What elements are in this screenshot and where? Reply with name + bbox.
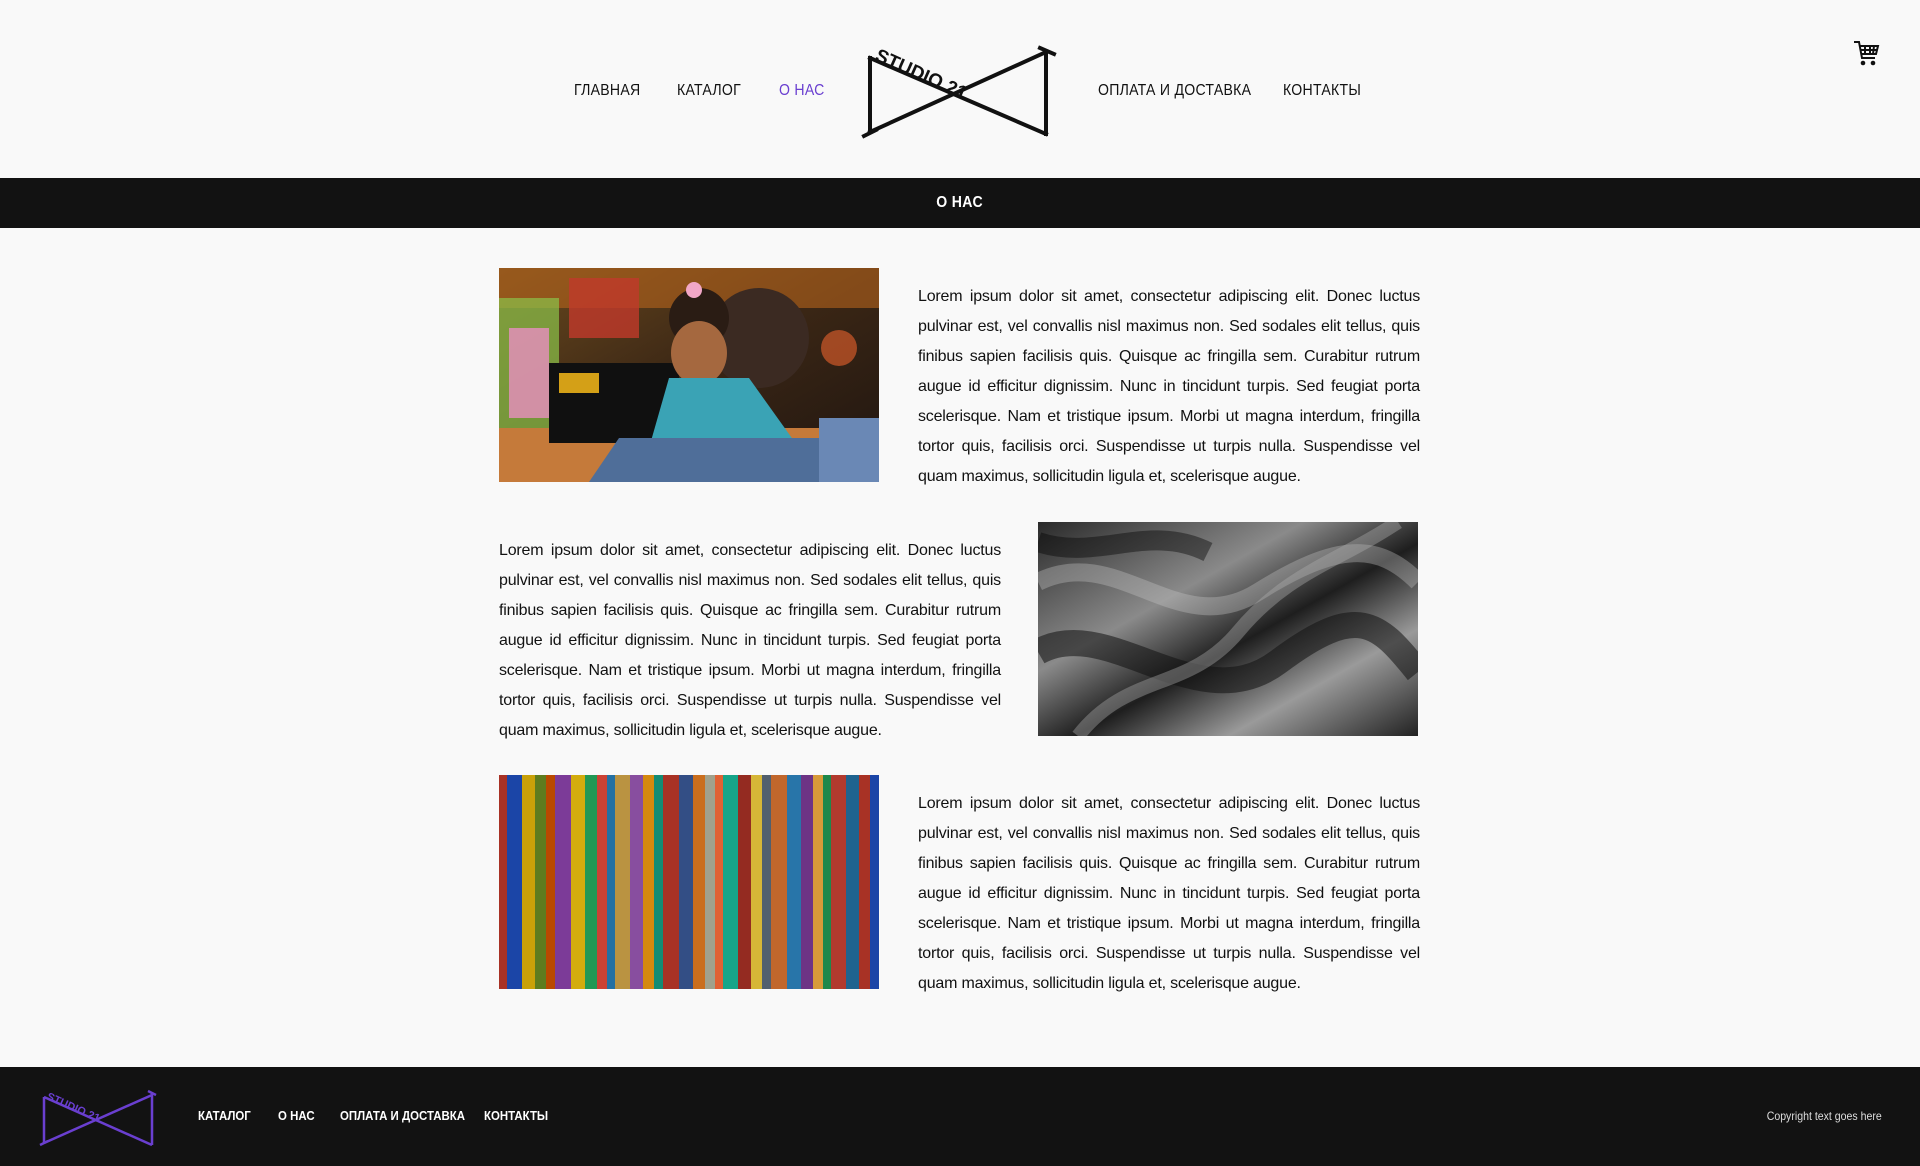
footer-nav-delivery[interactable]: ОПЛАТА И ДОСТАВКА (340, 1108, 465, 1123)
section-text-2: Lorem ipsum dolor sit amet, consectetur … (499, 542, 1001, 739)
copyright-text: Copyright text goes here (1766, 1109, 1882, 1123)
footer-nav-catalog[interactable]: КАТАЛОГ (198, 1108, 251, 1123)
logo-text: STUDIO 21 (872, 45, 971, 104)
studio-logo[interactable]: STUDIO 21 (858, 38, 1062, 142)
footer-logo-text: STUDIO 21 (45, 1091, 102, 1125)
sewing-machine-photo (499, 268, 879, 482)
footer-nav-about[interactable]: О НАС (278, 1108, 315, 1123)
nav-item-delivery[interactable]: ОПЛАТА И ДОСТАВКА (1098, 82, 1251, 100)
section-text-1: Lorem ipsum dolor sit amet, consectetur … (918, 288, 1420, 485)
site-footer: STUDIO 21 КАТАЛОГ О НАС ОПЛАТА И ДОСТАВК… (0, 1067, 1920, 1166)
nav-item-contacts[interactable]: КОНТАКТЫ (1283, 82, 1361, 100)
page-title: О НАС (936, 194, 984, 211)
footer-nav-contacts[interactable]: КОНТАКТЫ (484, 1108, 548, 1123)
nav-item-about[interactable]: О НАС (779, 82, 825, 100)
footer-logo[interactable]: STUDIO 21 (38, 1087, 160, 1149)
colorful-fabrics-photo (499, 775, 879, 989)
section-text-3: Lorem ipsum dolor sit amet, consectetur … (918, 795, 1420, 992)
silk-fabric-photo (1038, 522, 1418, 736)
site-header: ГЛАВНАЯ КАТАЛОГ О НАС STUDIO 21 ОПЛАТА И… (0, 0, 1920, 178)
cart-icon[interactable] (1852, 38, 1880, 68)
page-title-bar: О НАС (0, 178, 1920, 228)
nav-item-home[interactable]: ГЛАВНАЯ (574, 82, 640, 100)
nav-item-catalog[interactable]: КАТАЛОГ (677, 82, 741, 100)
